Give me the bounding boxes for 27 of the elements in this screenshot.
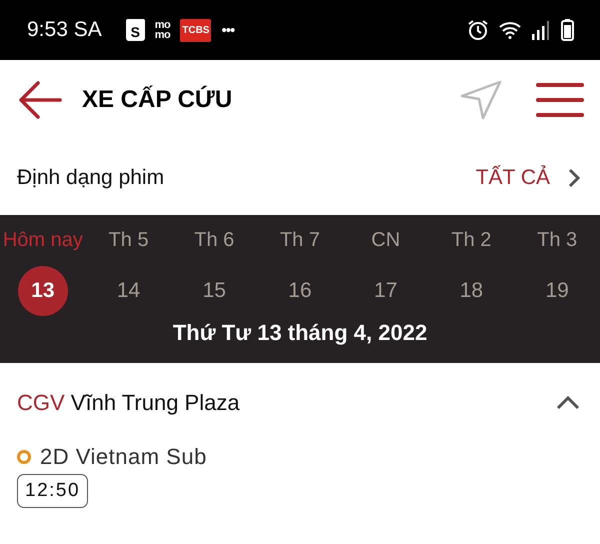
shopping-bag-icon: S — [126, 19, 145, 41]
selected-date: Thứ Tư 13 tháng 4, 2022 — [172, 320, 428, 346]
app-logo: mo mo — [154, 20, 170, 40]
day-tab[interactable]: Th 7 16 — [257, 229, 343, 316]
format-label: Định dạng phim — [17, 166, 166, 190]
format-name: 2D Vietnam Sub — [40, 444, 207, 470]
day-tab[interactable]: Th 3 19 — [514, 229, 600, 316]
more-notifications: ••• — [221, 22, 234, 38]
format-filter-button[interactable]: TẤT CẢ — [476, 166, 580, 190]
day-tab[interactable]: Th 2 18 — [428, 229, 514, 316]
battery-icon — [561, 19, 574, 41]
cinema-name: CGV Vĩnh Trung Plaza — [17, 390, 241, 416]
status-time: 9:53 SA — [27, 18, 102, 42]
signal-icon — [531, 20, 551, 40]
back-button[interactable] — [18, 80, 62, 120]
wifi-icon — [499, 21, 521, 39]
page-title: XE CẤP CỨU — [82, 86, 234, 114]
chevron-right-icon — [568, 168, 580, 188]
day-tab[interactable]: Th 6 15 — [171, 229, 258, 316]
day-tab[interactable]: CN 17 — [342, 229, 429, 316]
alarm-icon — [467, 19, 489, 41]
app-logo: TCBS — [180, 18, 212, 42]
menu-button[interactable] — [536, 82, 584, 118]
day-tab[interactable]: Hôm nay 13 — [0, 229, 86, 316]
day-tab[interactable]: Th 5 14 — [86, 229, 172, 316]
showtime-button[interactable]: 12:50 — [17, 474, 88, 508]
collapse-button[interactable] — [556, 396, 580, 410]
